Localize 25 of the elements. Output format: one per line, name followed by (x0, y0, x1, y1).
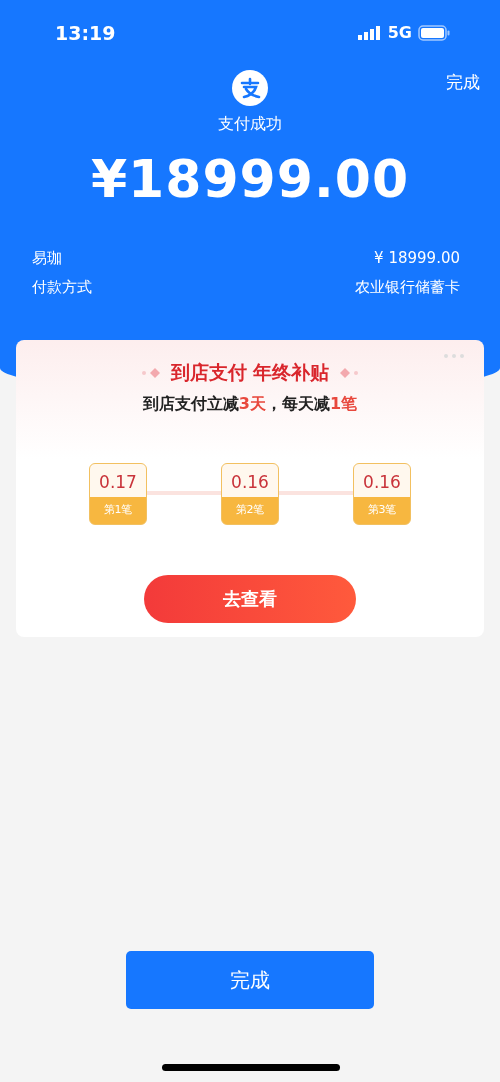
reward-label: 第1笔 (103, 502, 133, 517)
promo-subtitle: 到店支付立减3天，每天减1笔 (142, 394, 358, 415)
detail-value: 农业银行储蓄卡 (355, 278, 460, 297)
payment-status-title: 支付成功 (218, 114, 282, 135)
reward-amount: 0.17 (99, 472, 137, 492)
detail-value: ¥ 18999.00 (374, 249, 460, 268)
reward-label: 第3笔 (367, 502, 397, 517)
reward-amount: 0.16 (231, 472, 269, 492)
promo-title: 到店支付 年终补贴 (170, 360, 330, 385)
battery-icon (418, 24, 450, 41)
reward-amount: 0.16 (363, 472, 401, 492)
diamond-ornament-icon (339, 368, 360, 378)
done-button[interactable]: 完成 (126, 951, 374, 1009)
status-time: 13:19 (55, 21, 116, 44)
signal-icon (357, 25, 382, 40)
done-link[interactable]: 完成 (446, 71, 480, 94)
detail-label: 易珈 (32, 249, 62, 268)
view-button[interactable]: 去查看 (144, 575, 356, 623)
diamond-ornament-icon (140, 368, 161, 378)
more-icon[interactable] (444, 354, 464, 358)
payment-amount: ¥18999.00 (90, 149, 410, 209)
reward-label: 第2笔 (235, 502, 265, 517)
payment-logo-icon (232, 70, 268, 106)
detail-label: 付款方式 (32, 278, 92, 297)
network-label: 5G (387, 23, 412, 42)
